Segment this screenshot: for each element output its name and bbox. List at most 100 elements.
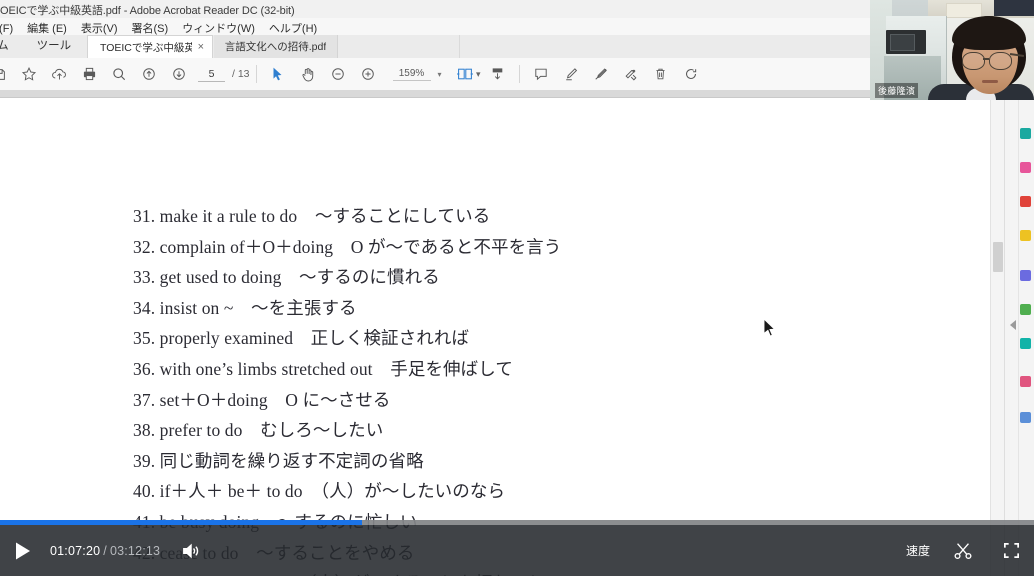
cloud-upload-icon[interactable]	[44, 58, 74, 90]
line-number: 37.	[133, 389, 156, 410]
tools-rail	[1004, 90, 1034, 576]
play-icon[interactable]	[6, 536, 40, 566]
draw-icon[interactable]	[586, 58, 616, 90]
toolbar-divider	[255, 65, 257, 83]
doc-line: 40. if＋人＋ be＋ to do （人）が～したいのなら	[133, 476, 893, 507]
tab-strip-filler	[339, 35, 460, 58]
time-separator: /	[103, 543, 107, 558]
delete-icon[interactable]	[646, 58, 676, 90]
tab-label: TOEICで学ぶ中級英...	[100, 41, 192, 54]
line-number: 38.	[133, 420, 156, 441]
window-title: OEICで学ぶ中級英語.pdf - Adobe Acrobat Reader D…	[0, 5, 295, 17]
doc-line: 34. insist on ~ ～を主張する	[133, 293, 893, 324]
chevron-down-icon[interactable]: ▾	[476, 69, 481, 80]
rail-tool-2[interactable]	[1020, 162, 1031, 173]
webcam-microwave-door	[890, 34, 915, 51]
hand-tool-icon[interactable]	[293, 58, 323, 90]
line-text: complain of＋O＋doing O が～であると不平を言う	[159, 236, 562, 257]
line-text: make it a rule to do ～することにしている	[159, 206, 491, 226]
line-number: 32.	[133, 236, 156, 257]
speed-button[interactable]: 速度	[906, 542, 930, 559]
rail-tool-list	[1005, 90, 1034, 576]
rail-tool-3[interactable]	[1020, 196, 1031, 207]
select-cursor-icon[interactable]	[263, 58, 293, 90]
pdf-page: 31. make it a rule to do ～することにしている 32. …	[0, 98, 1005, 576]
home-button[interactable]: ーム	[0, 35, 23, 58]
webcam-glasses-bridge	[983, 58, 989, 60]
line-text: properly examined 正しく検証されれば	[159, 328, 470, 349]
doc-line: 33. get used to doing ～するのに慣れる	[133, 262, 893, 293]
webcam-microwave	[886, 30, 926, 54]
line-text: get used to doing ～するのに慣れる	[159, 267, 440, 288]
toolbar-divider-2	[518, 65, 520, 83]
document-scrollbar[interactable]	[990, 90, 1005, 576]
page-navigation: / 13	[198, 66, 250, 82]
line-number: 36.	[133, 358, 156, 379]
line-number: 31.	[133, 206, 156, 226]
rail-tool-6[interactable]	[1020, 304, 1031, 315]
rotate-icon[interactable]	[676, 58, 706, 90]
total-time: 03:12:13	[109, 543, 161, 558]
tab-gengobunka-pdf[interactable]: 言語文化への招待.pdf	[214, 35, 338, 58]
rail-tool-1[interactable]	[1020, 128, 1031, 139]
line-text: set＋O＋doing O に～させる	[159, 389, 391, 410]
line-number: 39.	[133, 450, 156, 471]
doc-line: 38. prefer to do むしろ～したい	[133, 415, 893, 446]
star-icon[interactable]	[14, 58, 44, 90]
zoom-control[interactable]: 159% ▾	[392, 68, 442, 81]
line-text: if＋人＋ be＋ to do （人）が～したいのなら	[159, 481, 506, 502]
doc-line: 32. complain of＋O＋doing O が～であると不平を言う	[133, 232, 893, 263]
doc-line: 36. with one’s limbs stretched out 手足を伸ば…	[133, 354, 893, 385]
comment-icon[interactable]	[526, 58, 556, 90]
page-down-icon[interactable]	[164, 58, 194, 90]
webcam-glasses-left	[962, 52, 985, 70]
zoom-in-icon[interactable]	[353, 58, 383, 90]
scroll-mode-icon[interactable]	[483, 58, 513, 90]
scrollbar-thumb[interactable]	[993, 242, 1003, 272]
page-number-input[interactable]	[198, 66, 225, 82]
chevron-down-icon[interactable]: ▾	[438, 70, 442, 79]
webcam-person-mouth	[982, 80, 998, 83]
scissors-icon[interactable]	[948, 536, 978, 566]
page-up-icon[interactable]	[134, 58, 164, 90]
highlight-icon[interactable]	[556, 58, 586, 90]
tab-toeic-pdf[interactable]: TOEICで学ぶ中級英... ×	[87, 35, 213, 58]
volume-icon[interactable]	[176, 536, 206, 566]
line-number: 40.	[133, 481, 156, 502]
line-text: prefer to do むしろ～したい	[159, 420, 384, 441]
doc-line: 39. 同じ動詞を繰り返す不定詞の省略	[133, 446, 893, 477]
page-total-label: / 13	[232, 68, 250, 80]
tools-button[interactable]: ツール	[23, 35, 86, 58]
search-icon[interactable]	[104, 58, 134, 90]
rail-tool-7[interactable]	[1020, 338, 1031, 349]
zoom-level-value: 159%	[392, 68, 431, 81]
doc-line: 31. make it a rule to do ～することにしている	[133, 201, 893, 232]
line-text: insist on ~ ～を主張する	[159, 297, 357, 318]
webcam-overlay[interactable]: 後藤隆濱	[870, 0, 1034, 100]
stamp-icon[interactable]	[616, 58, 646, 90]
rail-tool-9[interactable]	[1020, 412, 1031, 423]
video-player-controls: 01:07:20/03:12:13 速度	[0, 520, 1034, 576]
line-number: 34.	[133, 297, 156, 318]
line-number: 33.	[133, 267, 156, 288]
zoom-out-icon[interactable]	[323, 58, 353, 90]
rail-tool-5[interactable]	[1020, 270, 1031, 281]
line-text: 同じ動詞を繰り返す不定詞の省略	[159, 450, 424, 471]
doc-line: 35. properly examined 正しく検証されれば	[133, 323, 893, 354]
current-time: 01:07:20	[50, 543, 101, 558]
webcam-name-label: 後藤隆濱	[875, 83, 919, 98]
fullscreen-icon[interactable]	[996, 536, 1026, 566]
close-icon[interactable]: ×	[192, 41, 204, 53]
webcam-glasses-right	[989, 52, 1012, 70]
doc-line: 37. set＋O＋doing O に～させる	[133, 385, 893, 416]
time-display: 01:07:20/03:12:13	[50, 544, 160, 558]
line-text: with one’s limbs stretched out 手足を伸ばして	[159, 358, 513, 379]
rail-tool-8[interactable]	[1020, 376, 1031, 387]
acrobat-reader-window: OEICで学ぶ中級英語.pdf - Adobe Acrobat Reader D…	[0, 0, 1034, 576]
print-icon[interactable]	[74, 58, 104, 90]
line-number: 35.	[133, 328, 156, 349]
save-icon[interactable]	[0, 58, 14, 90]
tab-label: 言語文化への招待.pdf	[224, 41, 327, 53]
rail-tool-4[interactable]	[1020, 230, 1031, 241]
document-view[interactable]: 31. make it a rule to do ～することにしている 32. …	[0, 90, 1005, 576]
